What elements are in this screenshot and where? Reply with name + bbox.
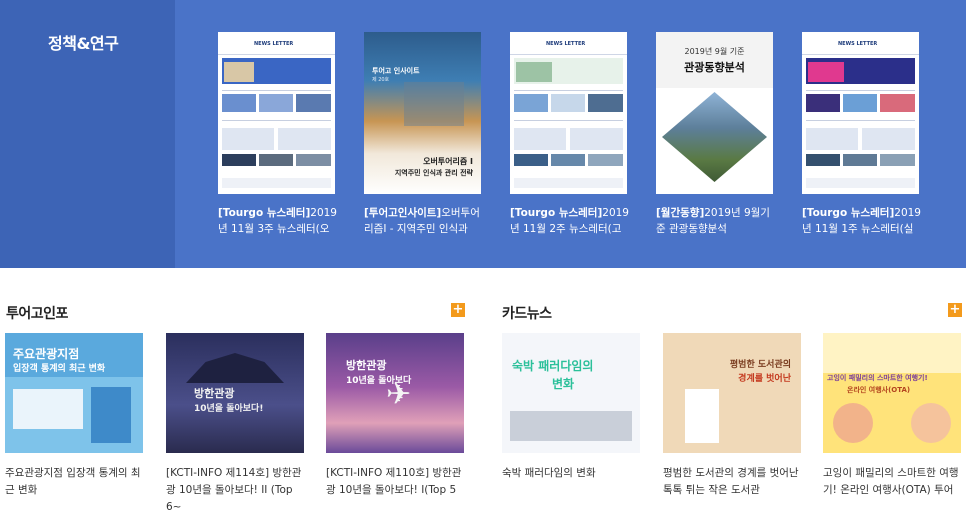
policy-item-4[interactable]: [월간동향]2019년 9월기 준 관광동향분석 <box>656 205 776 237</box>
card-news-card-1[interactable]: 숙박 패러다임의 변화 <box>502 333 640 453</box>
card-news-caption-3[interactable]: 고잉이 패밀리의 스마트한 여행 기! 온라인 여행사(OTA) 투어 <box>823 465 965 499</box>
card-news-caption-2[interactable]: 평범한 도서관의 경계를 벗어난 톡톡 튀는 작은 도서관 <box>663 465 805 499</box>
insight-issue: 제 20호 <box>372 77 390 83</box>
tourgo-info-caption-1[interactable]: 주요관광지점 입장객 통계의 최근 변화 <box>5 465 147 499</box>
insight-title-2: 지역주민 인식과 관리 전략 <box>394 169 473 177</box>
airplane-icon: ✈ <box>386 377 412 412</box>
newsletter-masthead: NEWS LETTER <box>838 41 878 47</box>
card-news-more-button[interactable]: + <box>948 303 962 317</box>
card-news-card-2[interactable]: 평범한 도서관의 경계를 벗어난 <box>663 333 801 453</box>
tourgo-info-more-button[interactable]: + <box>451 303 465 317</box>
policy-research-title: 정책&연구 <box>48 34 119 53</box>
monthly-trend-cover[interactable]: 2019년 9월 기준 관광동향분석 <box>656 32 773 194</box>
tourgo-info-card-3[interactable]: 방한관광 10년을 돌아보다 ✈ <box>326 333 464 453</box>
insight-title-1: 오버투어리즘 Ⅰ <box>423 157 473 166</box>
newsletter-masthead: NEWS LETTER <box>254 41 294 47</box>
tourgo-info-caption-2[interactable]: [KCTI-INFO 제114호] 방한관 광 10년을 돌아보다! II (To… <box>166 465 308 516</box>
policy-item-1[interactable]: [Tourgo 뉴스레터]2019 년 11월 3주 뉴스레터(오 <box>218 205 338 237</box>
tourgo-info-caption-3[interactable]: [KCTI-INFO 제110호] 방한관 광 10년을 돌아보다! Ⅰ(Top … <box>326 465 468 499</box>
tourgo-info-card-2[interactable]: 방한관광 10년을 돌아보다! <box>166 333 304 453</box>
monthly-title: 관광동향분석 <box>684 61 745 74</box>
policy-item-2[interactable]: [투어고인사이트]오버투어 리즘Ⅰ - 지역주민 인식과 <box>364 205 484 237</box>
card-news-card-3[interactable]: 고잉이 패밀리의 스마트한 여행기! 온라인 여행사(OTA) <box>823 333 961 453</box>
newsletter-cover-1[interactable]: NEWS LETTER <box>218 32 335 194</box>
policy-item-5[interactable]: [Tourgo 뉴스레터]2019 년 11월 1주 뉴스레터(실 <box>802 205 922 237</box>
policy-item-3[interactable]: [Tourgo 뉴스레터]2019 년 11월 2주 뉴스레터(고 <box>510 205 630 237</box>
insight-cover[interactable]: 투어고 인사이트 제 20호 오버투어리즘 Ⅰ 지역주민 인식과 관리 전략 <box>364 32 481 194</box>
tourgo-info-card-1[interactable]: 주요관광지점 입장객 통계의 최근 변화 <box>5 333 143 453</box>
tourgo-info-title: 투어고인포 <box>6 306 68 322</box>
card-news-caption-1[interactable]: 숙박 패러다임의 변화 <box>502 465 644 482</box>
newsletter-masthead: NEWS LETTER <box>546 41 586 47</box>
newsletter-cover-2[interactable]: NEWS LETTER <box>510 32 627 194</box>
newsletter-cover-3[interactable]: NEWS LETTER <box>802 32 919 194</box>
monthly-subtitle: 2019년 9월 기준 <box>684 47 745 56</box>
card-news-title: 카드뉴스 <box>502 306 552 322</box>
insight-top-label: 투어고 인사이트 <box>372 67 420 75</box>
